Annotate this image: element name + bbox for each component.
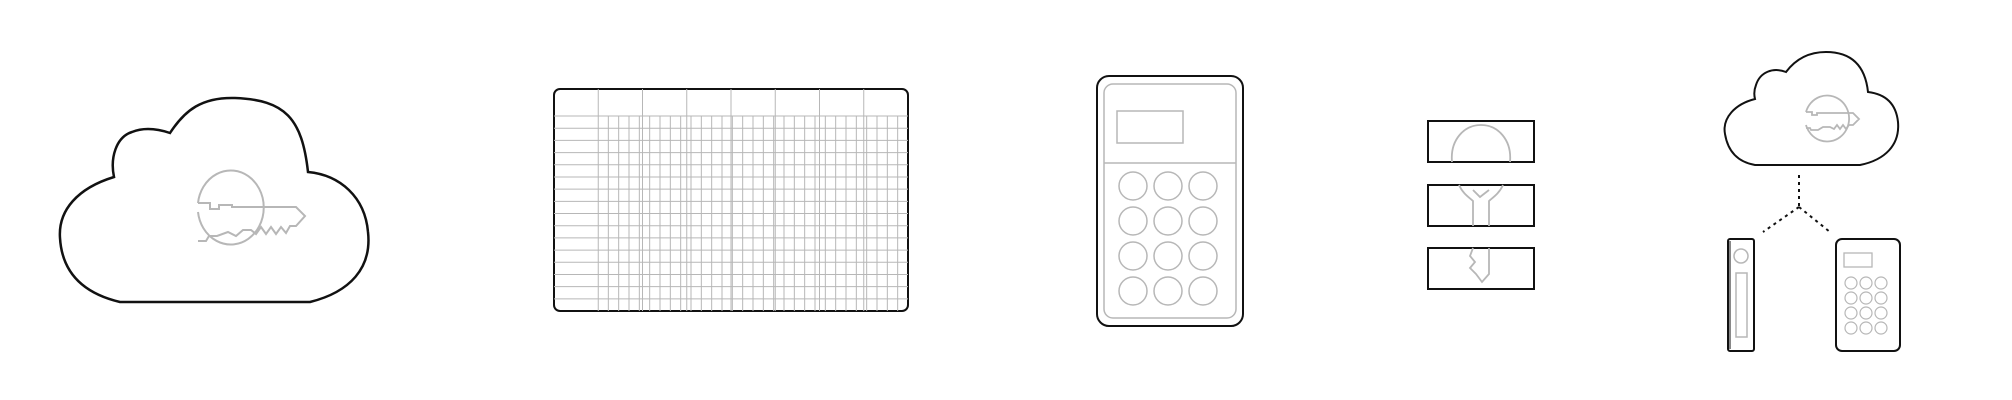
cloud-backup-devices-icon bbox=[1723, 50, 1901, 352]
shard-middle bbox=[1427, 184, 1535, 227]
shard-key-parts bbox=[1451, 124, 1511, 284]
spreadsheet-grid-icon bbox=[553, 88, 909, 312]
small-keypad-key bbox=[1844, 276, 1858, 290]
small-keypad-key bbox=[1874, 321, 1888, 335]
keypad-key bbox=[1188, 171, 1218, 201]
shard-bottom bbox=[1427, 247, 1535, 290]
shard-key-neck bbox=[1458, 184, 1504, 226]
keypad-keys bbox=[1118, 171, 1218, 306]
small-keypad-key bbox=[1859, 306, 1873, 320]
split-key-shards-icon bbox=[1427, 120, 1535, 290]
keypad-key bbox=[1153, 241, 1183, 271]
grid-lines bbox=[554, 89, 908, 311]
small-keypad-key bbox=[1844, 291, 1858, 305]
key-icon bbox=[197, 169, 307, 246]
small-key-icon bbox=[1805, 94, 1861, 143]
connector-lines bbox=[1762, 175, 1831, 233]
keypad-key bbox=[1118, 241, 1148, 271]
keypad-key bbox=[1153, 171, 1183, 201]
keypad-key bbox=[1118, 276, 1148, 306]
connector-right bbox=[1798, 206, 1831, 233]
keypad-device-icon bbox=[1096, 75, 1244, 327]
small-key-blade bbox=[1806, 111, 1861, 131]
cloud-outline bbox=[58, 96, 370, 304]
hardware-wallet-icon bbox=[1727, 238, 1755, 352]
keypad-key bbox=[1153, 276, 1183, 306]
small-keypad-key bbox=[1859, 276, 1873, 290]
small-device-screen bbox=[1843, 252, 1873, 268]
small-keypad-keys bbox=[1844, 276, 1888, 335]
keypad-key bbox=[1118, 206, 1148, 236]
hardware-wallet-button bbox=[1733, 248, 1749, 264]
shard-key-bow bbox=[1451, 124, 1511, 163]
cloud-key-icon bbox=[58, 96, 370, 304]
illustration-canvas bbox=[58, 50, 1901, 352]
hardware-wallet-screen bbox=[1735, 272, 1748, 338]
keypad-key bbox=[1188, 206, 1218, 236]
keypad-key bbox=[1188, 276, 1218, 306]
small-keypad-key bbox=[1844, 306, 1858, 320]
small-keypad-key bbox=[1874, 291, 1888, 305]
keypad-key bbox=[1188, 241, 1218, 271]
small-keypad-key bbox=[1859, 291, 1873, 305]
device-screen bbox=[1116, 110, 1184, 144]
small-keypad-key bbox=[1874, 276, 1888, 290]
shard-top bbox=[1427, 120, 1535, 163]
small-cloud-outline bbox=[1723, 50, 1900, 166]
small-keypad-key bbox=[1874, 306, 1888, 320]
connector-left bbox=[1762, 206, 1800, 233]
keypad-key bbox=[1118, 171, 1148, 201]
shard-key-tip bbox=[1468, 247, 1490, 284]
hardware-wallet-body bbox=[1727, 238, 1755, 352]
small-keypad-device-icon bbox=[1835, 238, 1901, 352]
device-inner-frame bbox=[1103, 83, 1237, 319]
small-key-bow bbox=[1805, 94, 1850, 143]
illustration-strip bbox=[0, 0, 2012, 400]
keypad-key bbox=[1153, 206, 1183, 236]
small-keypad-key bbox=[1844, 321, 1858, 335]
small-keypad-key bbox=[1859, 321, 1873, 335]
